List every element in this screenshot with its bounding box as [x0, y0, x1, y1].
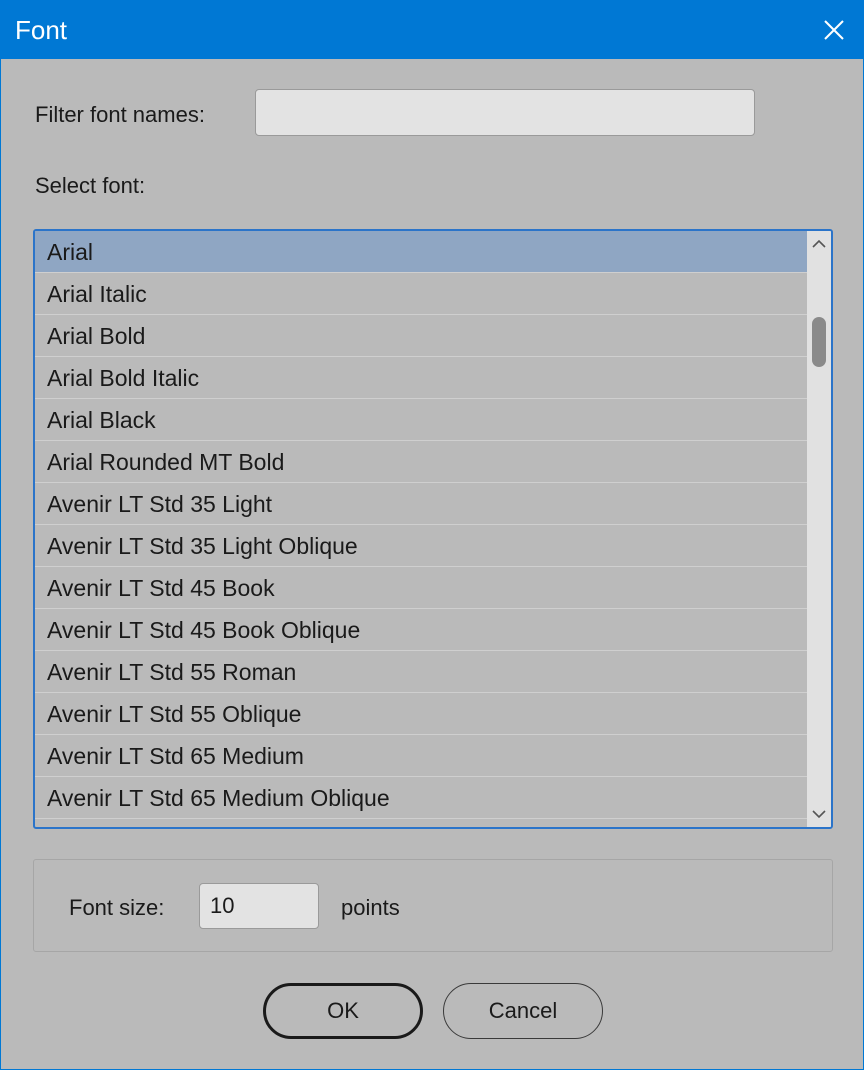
font-list-item[interactable]: Avenir LT Std 55 Oblique: [35, 693, 807, 735]
close-button[interactable]: [819, 13, 849, 47]
filter-input[interactable]: [255, 89, 755, 136]
filter-label: Filter font names:: [35, 102, 205, 127]
font-list-item[interactable]: Avenir LT Std 65 Medium: [35, 735, 807, 777]
scroll-up-button[interactable]: [807, 233, 831, 255]
font-list-item[interactable]: Arial Italic: [35, 273, 807, 315]
chevron-up-icon: [812, 239, 826, 248]
cancel-button[interactable]: Cancel: [443, 983, 603, 1039]
font-list-item[interactable]: Arial Bold Italic: [35, 357, 807, 399]
font-list-item[interactable]: Avenir LT Std 65 Medium Oblique: [35, 777, 807, 819]
scroll-down-button[interactable]: [807, 803, 831, 825]
font-list-item[interactable]: Arial Rounded MT Bold: [35, 441, 807, 483]
ok-button[interactable]: OK: [263, 983, 423, 1039]
scroll-thumb[interactable]: [812, 317, 826, 367]
font-list-item[interactable]: Arial: [35, 231, 807, 273]
vertical-scrollbar[interactable]: [807, 231, 831, 827]
font-list-item[interactable]: Avenir LT Std 35 Light Oblique: [35, 525, 807, 567]
font-dialog: Font Filter font names: Select font: Ari…: [0, 0, 864, 1070]
select-font-label: Select font:: [35, 173, 146, 198]
close-icon: [824, 20, 844, 40]
font-size-input[interactable]: [199, 883, 319, 929]
font-list-rows: Arial Arial Italic Arial Bold Arial Bold It…: [35, 231, 807, 819]
font-list-item[interactable]: Avenir LT Std 45 Book: [35, 567, 807, 609]
font-list-item[interactable]: Avenir LT Std 45 Book Oblique: [35, 609, 807, 651]
dialog-title: Font: [15, 15, 68, 45]
title-bar[interactable]: Font: [1, 1, 863, 59]
chevron-down-icon: [812, 810, 826, 819]
points-unit-label: points: [341, 895, 400, 920]
font-list-item[interactable]: Arial Bold: [35, 315, 807, 357]
font-list-item[interactable]: Avenir LT Std 35 Light: [35, 483, 807, 525]
font-list-item[interactable]: Avenir LT Std 55 Roman: [35, 651, 807, 693]
font-list-item[interactable]: Arial Black: [35, 399, 807, 441]
font-size-label: Font size:: [69, 895, 165, 920]
font-listbox[interactable]: Arial Arial Italic Arial Bold Arial Bold It…: [33, 229, 833, 829]
